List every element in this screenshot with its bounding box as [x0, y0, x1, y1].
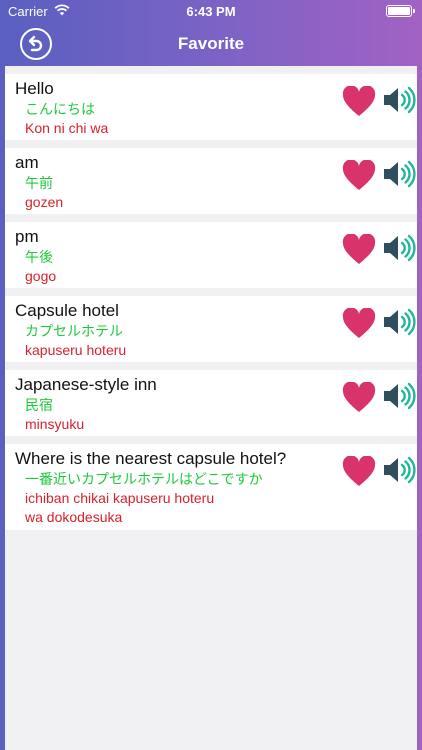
play-audio-button[interactable] — [381, 230, 417, 266]
english-phrase: Capsule hotel — [15, 301, 119, 320]
english-phrase: Where is the nearest capsule hotel? — [15, 449, 287, 468]
japanese-phrase: 午後 — [25, 249, 53, 265]
battery-icon — [386, 5, 415, 17]
play-audio-button[interactable] — [381, 378, 417, 414]
phrase-text: pm 午後 gogo — [15, 226, 56, 286]
phrase-text: Where is the nearest capsule hotel? 一番近い… — [15, 448, 286, 527]
play-audio-button[interactable] — [381, 452, 417, 488]
romaji-block: Kon ni chi wa — [15, 119, 108, 138]
favorite-row: am 午前 gozen — [5, 148, 417, 214]
speaker-icon — [384, 86, 416, 114]
romaji-line: minsyuku — [25, 416, 85, 432]
speaker-icon — [384, 456, 416, 484]
speaker-icon — [384, 308, 416, 336]
romaji-block: minsyuku — [15, 415, 157, 434]
favorite-heart-button[interactable] — [342, 159, 376, 192]
japanese-phrase: 一番近いカプセルホテルはどこですか — [25, 471, 263, 487]
status-time: 6:43 PM — [186, 4, 236, 19]
romaji-block: kapuseru hoteru — [15, 341, 126, 360]
favorite-heart-button[interactable] — [342, 85, 376, 118]
japanese-phrase: 民宿 — [25, 397, 53, 413]
play-audio-button[interactable] — [381, 304, 417, 340]
romaji-line: gozen — [25, 194, 64, 210]
favorite-heart-button[interactable] — [342, 233, 376, 266]
play-audio-button[interactable] — [381, 82, 417, 118]
phrase-text: am 午前 gozen — [15, 152, 63, 212]
romaji-block: gozen — [15, 193, 63, 212]
english-phrase: pm — [15, 227, 39, 246]
favorite-row: Where is the nearest capsule hotel? 一番近い… — [5, 444, 417, 530]
romaji-line: Kon ni chi wa — [25, 120, 109, 136]
phrase-text: Capsule hotel カプセルホテル kapuseru hoteru — [15, 300, 126, 360]
english-phrase: Japanese-style inn — [15, 375, 157, 394]
heart-icon — [342, 307, 376, 338]
japanese-phrase: カプセルホテル — [25, 323, 123, 339]
favorite-heart-button[interactable] — [342, 307, 376, 340]
nav-bar: Favorite — [0, 22, 422, 66]
speaker-icon — [384, 234, 416, 262]
favorite-row: Hello こんにちは Kon ni chi wa — [5, 74, 417, 140]
japanese-phrase: こんにちは — [25, 101, 95, 117]
heart-icon — [342, 159, 376, 190]
heart-icon — [342, 381, 376, 412]
speaker-icon — [384, 382, 416, 410]
page-title: Favorite — [177, 34, 245, 53]
heart-icon — [342, 455, 376, 486]
favorite-row: pm 午後 gogo — [5, 222, 417, 288]
heart-icon — [342, 233, 376, 264]
favorite-heart-button[interactable] — [342, 455, 376, 488]
favorites-content: Hello こんにちは Kon ni chi wa am 午前 gozen pm… — [5, 66, 417, 750]
romaji-block: ichiban chikai kapuseru hoteru wa dokodes… — [15, 489, 286, 527]
english-phrase: am — [15, 153, 39, 172]
heart-icon — [342, 85, 376, 116]
favorite-row: Capsule hotel カプセルホテル kapuseru hoteru — [5, 296, 417, 362]
romaji-block: gogo — [15, 267, 56, 286]
romaji-line: kapuseru hoteru — [25, 342, 127, 358]
english-phrase: Hello — [15, 79, 54, 98]
status-bar: Carrier 6:43 PM — [0, 0, 422, 22]
romaji-line: ichiban chikai kapuseru hoteru — [25, 490, 215, 506]
japanese-phrase: 午前 — [25, 175, 53, 191]
romaji-line: gogo — [25, 268, 57, 284]
play-audio-button[interactable] — [381, 156, 417, 192]
battery-fill — [388, 7, 410, 15]
speaker-icon — [384, 160, 416, 188]
romaji-line: wa dokodesuka — [25, 509, 123, 525]
favorites-list: Hello こんにちは Kon ni chi wa am 午前 gozen pm… — [5, 66, 417, 530]
favorite-heart-button[interactable] — [342, 381, 376, 414]
phrase-text: Hello こんにちは Kon ni chi wa — [15, 78, 108, 138]
phrase-text: Japanese-style inn 民宿 minsyuku — [15, 374, 157, 434]
favorite-row: Japanese-style inn 民宿 minsyuku — [5, 370, 417, 436]
